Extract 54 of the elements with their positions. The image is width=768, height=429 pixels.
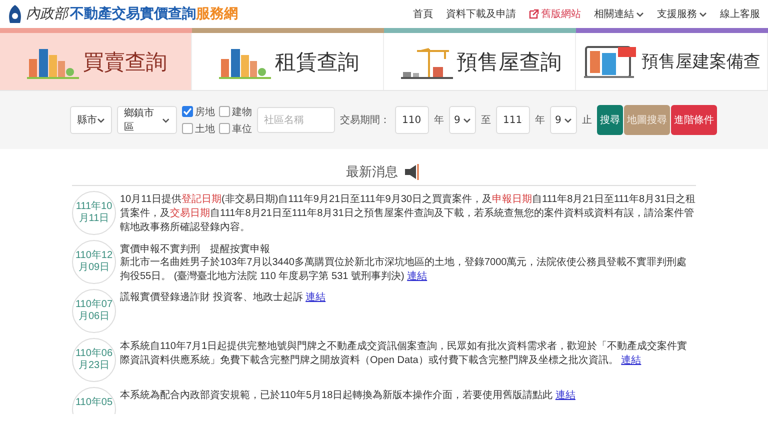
year-label: 年 bbox=[434, 114, 444, 127]
community-name-field[interactable]: 社區名稱 bbox=[257, 107, 335, 133]
checkbox[interactable] bbox=[219, 106, 230, 117]
tab[interactable]: 預售屋查詢 bbox=[384, 28, 576, 90]
news-link[interactable]: 連結 bbox=[306, 292, 326, 303]
county-select[interactable]: 縣市 bbox=[70, 106, 112, 134]
date-badge: 110年12月09日 bbox=[72, 240, 116, 284]
section-title: 最新消息 bbox=[346, 164, 398, 181]
date-badge: 111年10月11日 bbox=[72, 191, 116, 235]
news-link[interactable]: 連結 bbox=[621, 355, 642, 366]
tab[interactable]: 租賃查詢 bbox=[192, 28, 384, 90]
emblem-icon bbox=[6, 4, 24, 24]
site-title-suffix: 服務網 bbox=[196, 5, 238, 23]
date-badge: 110年07月06日 bbox=[72, 289, 116, 333]
nav-link[interactable]: 相關連結 bbox=[594, 7, 644, 21]
news-link[interactable]: 連結 bbox=[407, 271, 428, 282]
checkbox-label: 房地 bbox=[195, 106, 215, 118]
date-badge: 110年05 bbox=[72, 387, 116, 414]
nav-link[interactable]: 首頁 bbox=[413, 7, 433, 21]
checkbox-label: 建物 bbox=[232, 106, 252, 118]
external-link-icon bbox=[529, 9, 539, 19]
checkbox[interactable] bbox=[182, 106, 193, 117]
nav-link[interactable]: 資料下載及申請 bbox=[446, 7, 516, 21]
date-badge: 110年06月23日 bbox=[72, 338, 116, 382]
news-text: 本系統為配合內政部資安規範，已於110年5月18日起轉換為新版本操作介面，若要使用舊版請點此 連結 bbox=[120, 389, 576, 403]
advanced-options-button[interactable]: 進階條件 bbox=[671, 105, 717, 135]
checkbox[interactable] bbox=[182, 123, 193, 134]
nav-link[interactable]: 舊版網站 bbox=[529, 7, 581, 21]
tab[interactable]: 買賣查詢 bbox=[0, 28, 192, 90]
news-heading: 實價申報不實判刑 提醒按實申報 bbox=[120, 242, 271, 256]
site-title: 不動產交易實價查詢 bbox=[70, 5, 196, 23]
year-select[interactable]: 111 bbox=[496, 106, 530, 134]
tab[interactable]: 預售屋建案備查 bbox=[576, 28, 768, 90]
month-select[interactable]: 9 bbox=[449, 106, 476, 134]
news-text: 本系統自110年7月1日起提供完整地號與門牌之不動產成交資訊個案查詢，民眾如有批次資料需求者，歡迎於「不動產成交案件實際資訊資料供應系統」免費下載含完整門牌之開放資料（Open Data）或付費下載含完整門牌及坐標之批次資訊。 連結 bbox=[120, 340, 688, 368]
megaphone-icon bbox=[402, 163, 422, 181]
org-name: 內政部 bbox=[26, 5, 68, 23]
checkbox-label: 土地 bbox=[195, 122, 215, 136]
search-button[interactable]: 搜尋 bbox=[597, 105, 623, 135]
news-text: 10月11日提供登記日期(非交易日期)自111年9月21日至111年9月30日之買賣案件，及申報日期自111年8月21日至111年8月31日之租賃案件，及交易日期自111年8月21日至111年8月31日之預售屋案件查詢及下載，若系統查無您的案件資料或資料有誤，請洽案件管轄地政事務所確認登錄內容。 bbox=[120, 193, 696, 235]
news-text: 謊報實價登錄邊詐財 投資客、地政士起訴 連結 bbox=[120, 291, 327, 305]
district-select[interactable]: 鄉鎮市區 bbox=[117, 106, 177, 134]
news-text: 新北市一名曲姓男子於103年7月以3440多萬購買位於新北市深坑地區的土地，登錄7000萬元，法院依使公務員登載不實罪判刑處拘役55日。 (臺灣臺北地方法院 110 年度易字第 531 號刑事判決) 連結 bbox=[120, 256, 688, 284]
year-select[interactable]: 110 bbox=[395, 106, 429, 134]
nav-link[interactable]: 支援服務 bbox=[657, 7, 707, 21]
news-link[interactable]: 連結 bbox=[555, 390, 576, 401]
checkbox[interactable] bbox=[219, 123, 230, 134]
end-label: 止 bbox=[582, 114, 592, 127]
year-label: 年 bbox=[535, 114, 545, 127]
nav-link[interactable]: 線上客服 bbox=[720, 7, 760, 21]
to-label: 至 bbox=[481, 114, 491, 127]
checkbox-label: 車位 bbox=[232, 122, 252, 136]
month-select[interactable]: 9 bbox=[550, 106, 577, 134]
period-label: 交易期間： bbox=[340, 114, 390, 127]
